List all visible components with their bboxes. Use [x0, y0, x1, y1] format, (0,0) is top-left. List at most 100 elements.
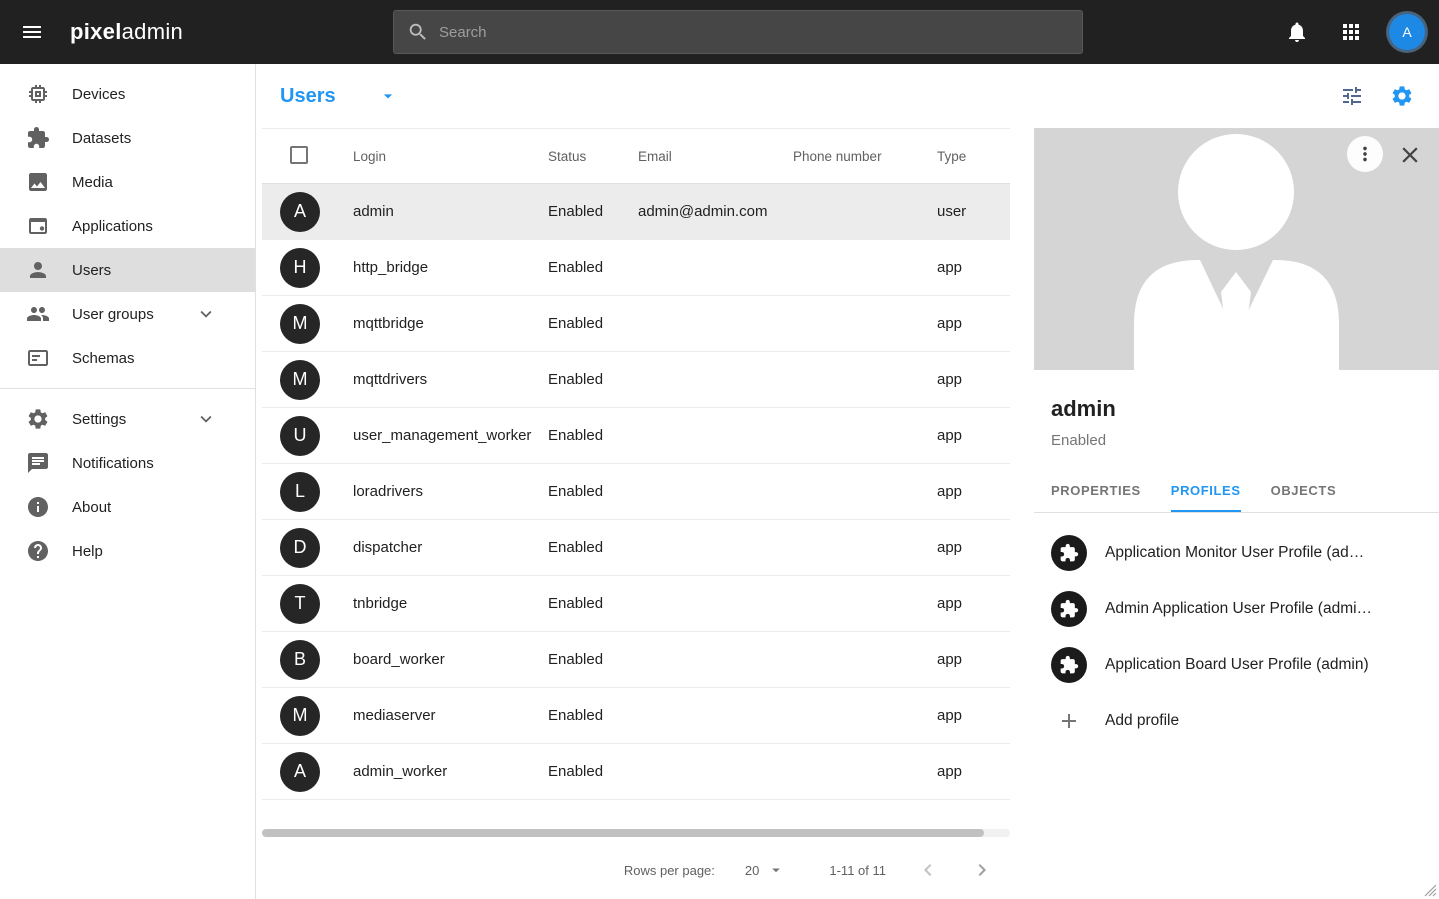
user-avatar[interactable]: A: [1389, 14, 1425, 50]
table-row[interactable]: M mqttdrivers Enabled app: [262, 352, 1010, 408]
profile-puzzle-icon: [1051, 591, 1087, 627]
sidebar-item-settings[interactable]: Settings: [0, 397, 255, 441]
table-row[interactable]: D dispatcher Enabled app: [262, 520, 1010, 576]
profile-list-item[interactable]: Admin Application User Profile (admi…: [1034, 581, 1439, 637]
cell-login: admin_worker: [353, 763, 548, 780]
table-row[interactable]: H http_bridge Enabled app: [262, 240, 1010, 296]
sidebar-item-user-groups[interactable]: User groups: [0, 292, 255, 336]
cell-status: Enabled: [548, 315, 638, 332]
row-avatar: M: [280, 696, 320, 736]
datasets-icon: [26, 126, 50, 150]
profile-label: Admin Application User Profile (admi…: [1105, 600, 1372, 618]
sidebar-item-label: Applications: [72, 218, 153, 235]
sidebar-nav: Devices Datasets Media Applications User…: [0, 64, 256, 899]
sidebar-item-datasets[interactable]: Datasets: [0, 116, 255, 160]
apps-grid-button[interactable]: [1329, 10, 1373, 54]
close-icon: [1397, 142, 1423, 168]
cell-login: mqttdrivers: [353, 371, 548, 388]
cell-status: Enabled: [548, 259, 638, 276]
cell-type: app: [937, 427, 1010, 444]
profiles-list: Application Monitor User Profile (ad… Ad…: [1034, 513, 1439, 749]
cell-login: loradrivers: [353, 483, 548, 500]
sidebar-item-media[interactable]: Media: [0, 160, 255, 204]
hamburger-icon: [20, 20, 44, 44]
cell-type: app: [937, 595, 1010, 612]
profile-list-item[interactable]: Application Board User Profile (admin): [1034, 637, 1439, 693]
table-header-row: Login Status Email Phone number Type: [262, 128, 1010, 184]
brand-light: admin: [122, 19, 183, 44]
table-row[interactable]: B board_worker Enabled app: [262, 632, 1010, 688]
tab-profiles[interactable]: PROFILES: [1171, 469, 1241, 512]
cell-login: mqttbridge: [353, 315, 548, 332]
detail-menu-button[interactable]: [1347, 136, 1383, 172]
cell-type: app: [937, 707, 1010, 724]
cell-type: app: [937, 483, 1010, 500]
sidebar-item-about[interactable]: About: [0, 485, 255, 529]
sidebar-item-users[interactable]: Users: [0, 248, 255, 292]
rows-per-page-label: Rows per page:: [624, 863, 715, 878]
top-bar-actions: A: [1275, 10, 1439, 54]
global-search: [393, 10, 1083, 54]
add-profile-button[interactable]: Add profile: [1034, 693, 1439, 749]
filter-columns-button[interactable]: [1340, 84, 1364, 108]
user-detail-panel: admin Enabled PROPERTIES PROFILES OBJECT…: [1034, 128, 1439, 899]
sidebar-item-devices[interactable]: Devices: [0, 72, 255, 116]
table-row[interactable]: A admin Enabled admin@admin.com user: [262, 184, 1010, 240]
table-row[interactable]: M mediaserver Enabled app: [262, 688, 1010, 744]
table-row[interactable]: A admin_worker Enabled app: [262, 744, 1010, 800]
table-row[interactable]: M mqttbridge Enabled app: [262, 296, 1010, 352]
sidebar-item-applications[interactable]: Applications: [0, 204, 255, 248]
previous-page-button[interactable]: [916, 858, 940, 882]
page-title: Users: [280, 85, 336, 108]
table-row[interactable]: U user_management_worker Enabled app: [262, 408, 1010, 464]
cell-login: admin: [353, 203, 548, 220]
toolbar-actions: [1340, 84, 1414, 108]
profile-label: Application Monitor User Profile (ad…: [1105, 544, 1364, 562]
settings-gear-icon: [26, 407, 50, 431]
search-input[interactable]: [439, 24, 1069, 41]
cell-login: mediaserver: [353, 707, 548, 724]
table-row[interactable]: T tnbridge Enabled app: [262, 576, 1010, 632]
add-profile-label: Add profile: [1105, 712, 1179, 730]
main-panel: Users Login: [256, 64, 1439, 899]
row-avatar: L: [280, 472, 320, 512]
help-icon: [26, 539, 50, 563]
pagination-range: 1-11 of 11: [829, 863, 886, 878]
cell-login: dispatcher: [353, 539, 548, 556]
cell-type: app: [937, 763, 1010, 780]
cell-status: Enabled: [548, 707, 638, 724]
tab-objects[interactable]: OBJECTS: [1271, 469, 1337, 512]
cell-type: user: [937, 203, 1010, 220]
tab-properties[interactable]: PROPERTIES: [1051, 469, 1141, 512]
sidebar-item-label: Devices: [72, 86, 125, 103]
resize-grip[interactable]: [1424, 884, 1437, 897]
sidebar-divider: [0, 388, 255, 389]
sidebar-item-schemas[interactable]: Schemas: [0, 336, 255, 380]
horizontal-scrollbar[interactable]: [262, 829, 1010, 837]
close-detail-button[interactable]: [1397, 142, 1423, 168]
cell-login: board_worker: [353, 651, 548, 668]
scrollbar-thumb[interactable]: [262, 829, 984, 837]
profile-list-item[interactable]: Application Monitor User Profile (ad…: [1034, 525, 1439, 581]
select-all-checkbox[interactable]: [290, 146, 308, 164]
cell-status: Enabled: [548, 763, 638, 780]
cell-login: http_bridge: [353, 259, 548, 276]
sidebar-item-notifications[interactable]: Notifications: [0, 441, 255, 485]
page-title-dropdown[interactable]: Users: [280, 85, 398, 108]
users-table-section: Login Status Email Phone number Type A a…: [256, 128, 1034, 899]
notifications-bell-button[interactable]: [1275, 10, 1319, 54]
row-avatar: A: [280, 752, 320, 792]
row-avatar: A: [280, 192, 320, 232]
table-settings-button[interactable]: [1390, 84, 1414, 108]
caret-down-icon: [767, 861, 785, 879]
sidebar-item-help[interactable]: Help: [0, 529, 255, 573]
table-row[interactable]: L loradrivers Enabled app: [262, 464, 1010, 520]
sidebar-item-label: Media: [72, 174, 113, 191]
next-page-button[interactable]: [970, 858, 994, 882]
sidebar-item-label: User groups: [72, 306, 154, 323]
rows-per-page-select[interactable]: 20: [745, 861, 785, 879]
kebab-menu-icon: [1354, 143, 1376, 165]
hamburger-menu-button[interactable]: [8, 8, 56, 56]
row-avatar: U: [280, 416, 320, 456]
cell-type: app: [937, 259, 1010, 276]
